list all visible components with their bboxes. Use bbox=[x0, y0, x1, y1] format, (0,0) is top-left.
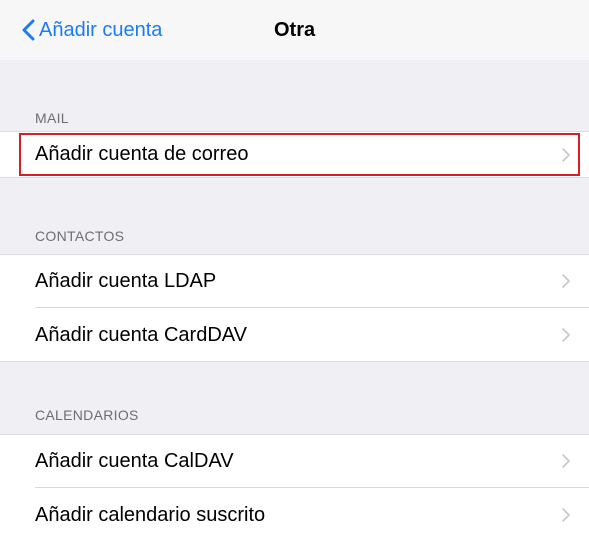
section-header-mail: MAIL bbox=[35, 110, 69, 126]
settings-screen: Añadir cuenta Otra MAIL Añadir cuenta de… bbox=[0, 0, 589, 537]
chevron-right-icon bbox=[562, 508, 570, 522]
row-label: Añadir calendario suscrito bbox=[35, 503, 266, 526]
chevron-right-icon bbox=[562, 454, 570, 468]
row-label: Añadir cuenta de correo bbox=[35, 143, 249, 165]
add-ldap-account-row[interactable]: Añadir cuenta LDAP bbox=[0, 254, 589, 308]
back-button-label: Añadir cuenta bbox=[39, 18, 163, 41]
chevron-right-icon bbox=[562, 274, 570, 288]
row-label: Añadir cuenta CalDAV bbox=[35, 449, 234, 472]
row-label: Añadir cuenta LDAP bbox=[35, 269, 217, 292]
section-header-contactos: CONTACTOS bbox=[35, 228, 125, 244]
contacts-group: Añadir cuenta LDAP Añadir cuenta CardDAV bbox=[0, 254, 589, 362]
chevron-right-icon bbox=[562, 328, 570, 342]
add-caldav-account-row[interactable]: Añadir cuenta CalDAV bbox=[0, 434, 589, 488]
add-subscribed-calendar-row[interactable]: Añadir calendario suscrito bbox=[0, 488, 589, 537]
navigation-bar: Añadir cuenta Otra bbox=[0, 0, 589, 60]
chevron-left-icon bbox=[22, 19, 35, 41]
section-header-calendarios: CALENDARIOS bbox=[35, 407, 139, 423]
add-carddav-account-row[interactable]: Añadir cuenta CardDAV bbox=[0, 308, 589, 362]
calendars-group: Añadir cuenta CalDAV Añadir calendario s… bbox=[0, 434, 589, 537]
add-mail-account-row[interactable]: Añadir cuenta de correo bbox=[0, 131, 589, 178]
row-label: Añadir cuenta CardDAV bbox=[35, 323, 247, 346]
chevron-right-icon bbox=[562, 147, 570, 162]
mail-group: Añadir cuenta de correo bbox=[0, 131, 589, 178]
back-button[interactable]: Añadir cuenta bbox=[22, 12, 162, 48]
page-title: Otra bbox=[274, 19, 316, 41]
